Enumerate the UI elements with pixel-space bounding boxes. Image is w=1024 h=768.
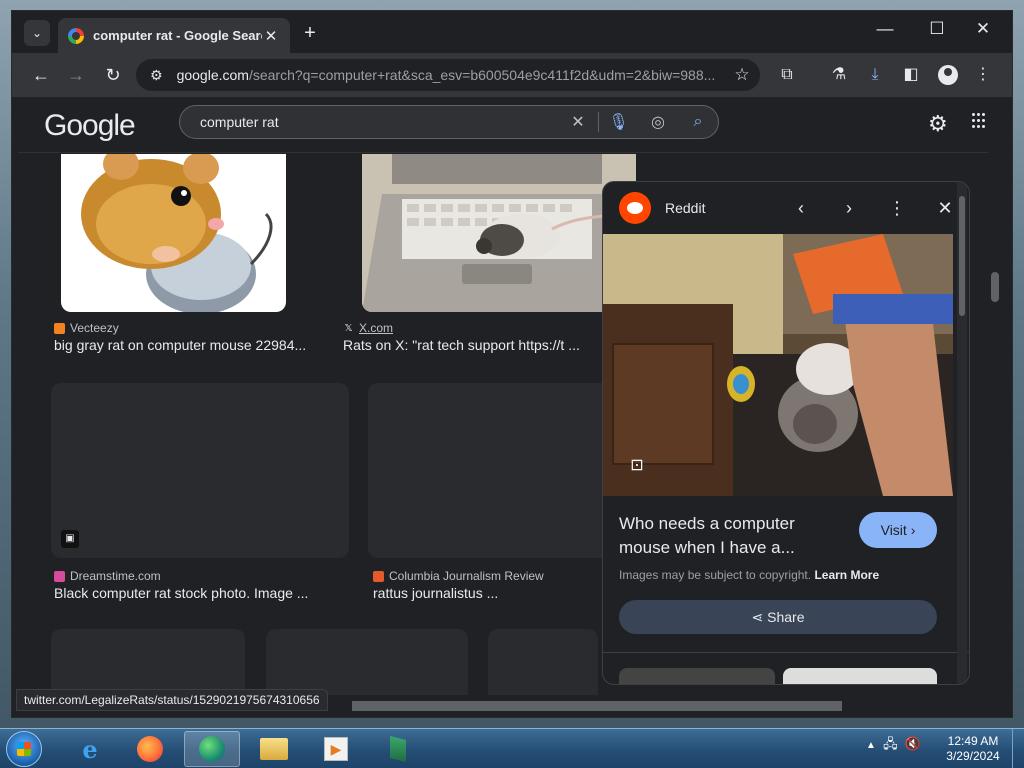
firefox-taskbar-icon[interactable]	[122, 731, 178, 767]
maximize-button[interactable]: ☐	[914, 19, 960, 39]
related-image-2[interactable]	[783, 668, 937, 684]
preview-image[interactable]: ⊡	[603, 234, 953, 496]
google-header: Google computer rat ✕ 🎙 ◎ ⌕ ⚙	[18, 97, 988, 153]
share-button[interactable]: ⋖ Share	[619, 600, 937, 634]
learn-more-link[interactable]: Learn More	[814, 568, 879, 582]
result-image-7[interactable]	[488, 629, 598, 695]
google-apps-icon[interactable]	[972, 113, 985, 129]
bookmark-star-icon[interactable]: ☆	[724, 65, 760, 85]
next-chevron-icon[interactable]: ›	[825, 198, 873, 219]
clock-date: 3/29/2024	[946, 749, 1000, 763]
volume-muted-icon[interactable]: 🔇	[905, 736, 921, 751]
status-bar-url: twitter.com/LegalizeRats/status/15290219…	[16, 689, 328, 711]
search-box[interactable]: computer rat ✕ 🎙 ◎ ⌕	[179, 105, 719, 139]
image-placeholder-icon: ▣	[61, 530, 79, 548]
browser-window: ⌄ computer rat - Google Search ✕ + — ☐ ✕…	[11, 10, 1013, 718]
google-favicon-icon	[68, 27, 84, 44]
app-taskbar-icon[interactable]	[370, 731, 426, 767]
download-icon[interactable]: ⤓	[864, 64, 886, 86]
system-tray: ▲ 🖧 🔇	[866, 735, 921, 757]
search-results-page: Google computer rat ✕ 🎙 ◎ ⌕ ⚙ Vecteezy b…	[18, 97, 988, 695]
media-player-taskbar-icon[interactable]: ▶	[308, 731, 364, 767]
result-image-1[interactable]	[61, 154, 286, 312]
settings-gear-icon[interactable]: ⚙	[928, 111, 948, 137]
result-source-3[interactable]: Dreamstime.com	[54, 569, 161, 583]
result-image-3[interactable]: ▣	[51, 383, 349, 558]
reload-icon[interactable]: ↻	[101, 63, 125, 87]
internet-explorer-taskbar-icon[interactable]: e	[62, 731, 118, 767]
copyright-notice: Images may be subject to copyright. Lear…	[619, 568, 880, 582]
tab-title: computer rat - Google Search	[93, 28, 262, 43]
site-info-icon[interactable]: ⚙	[150, 67, 163, 84]
result-source-1[interactable]: Vecteezy	[54, 321, 119, 335]
result-image-4[interactable]	[368, 383, 628, 558]
panel-site-name[interactable]: Reddit	[665, 200, 777, 216]
panel-divider	[603, 652, 969, 653]
result-title-4[interactable]: rattus journalistus ...	[373, 585, 498, 601]
browser-toolbar: ← → ↻ ⚙ google.com/search?q=computer+rat…	[12, 53, 1012, 97]
panel-scrollbar[interactable]	[957, 182, 967, 684]
clear-search-icon[interactable]: ✕	[558, 112, 598, 132]
page-vertical-scrollbar[interactable]	[988, 97, 1002, 695]
dreamstime-favicon-icon	[54, 570, 65, 582]
clock-time: 12:49 AM	[947, 734, 999, 748]
more-options-icon[interactable]: ⋮	[873, 198, 921, 219]
extensions-icon[interactable]: ⧉	[776, 64, 798, 86]
google-lens-icon[interactable]: ⊡	[623, 452, 651, 480]
share-icon: ⋖	[751, 608, 768, 625]
labs-flask-icon[interactable]: ⚗	[828, 64, 850, 86]
cjr-favicon-icon	[373, 570, 384, 582]
lens-search-icon[interactable]: ◎	[638, 112, 678, 132]
visit-button[interactable]: Visit ›	[859, 512, 937, 548]
tab-strip: ⌄ computer rat - Google Search ✕ + — ☐ ✕	[12, 11, 1012, 53]
search-icon[interactable]: ⌕	[678, 113, 718, 131]
panel-header: Reddit ‹ › ⋮ ✕	[603, 182, 969, 234]
google-logo[interactable]: Google	[44, 109, 136, 143]
result-image-5[interactable]	[51, 629, 245, 695]
tray-expand-icon[interactable]: ▲	[866, 740, 876, 751]
back-arrow-icon[interactable]: ←	[29, 63, 53, 87]
vecteezy-favicon-icon	[54, 322, 65, 334]
tab-active[interactable]: computer rat - Google Search ✕	[58, 18, 290, 53]
chrome-menu-icon[interactable]: ⋮	[972, 64, 994, 86]
network-icon[interactable]: 🖧	[883, 736, 898, 751]
result-source-4[interactable]: Columbia Journalism Review	[373, 569, 544, 583]
show-desktop-button[interactable]	[1012, 729, 1024, 768]
start-button[interactable]	[6, 731, 42, 767]
address-bar[interactable]: ⚙ google.com/search?q=computer+rat&sca_e…	[136, 59, 760, 91]
voice-search-icon[interactable]: 🎙	[598, 112, 638, 132]
result-source-2[interactable]: 𝕏 X.com	[343, 321, 393, 335]
new-tab-button[interactable]: +	[298, 22, 322, 45]
search-input[interactable]: computer rat	[200, 114, 558, 130]
result-image-2[interactable]	[362, 154, 636, 312]
forward-arrow-icon[interactable]: →	[64, 63, 88, 87]
side-panel-icon[interactable]: ◧	[900, 64, 922, 86]
taskbar: e ▶ ▲ 🖧 🔇 12:49 AM 3/29/2024	[0, 728, 1024, 768]
reddit-logo-icon	[619, 192, 651, 224]
edge-taskbar-icon[interactable]	[184, 731, 240, 767]
file-explorer-taskbar-icon[interactable]	[246, 731, 302, 767]
address-url[interactable]: google.com/search?q=computer+rat&sca_esv…	[177, 67, 724, 83]
minimize-button[interactable]: —	[862, 19, 908, 39]
x-favicon-icon: 𝕏	[343, 322, 354, 334]
result-title-2[interactable]: Rats on X: "rat tech support https://t .…	[343, 337, 580, 353]
panel-image-title[interactable]: Who needs a computer mouse when I have a…	[619, 512, 849, 560]
result-image-6[interactable]	[266, 629, 468, 695]
result-title-3[interactable]: Black computer rat stock photo. Image ..…	[54, 585, 308, 601]
close-tab-icon[interactable]: ✕	[262, 27, 280, 45]
related-image-1[interactable]	[619, 668, 775, 684]
close-window-button[interactable]: ✕	[960, 19, 1006, 39]
result-title-1[interactable]: big gray rat on computer mouse 22984...	[54, 337, 306, 353]
tab-search-button[interactable]: ⌄	[24, 20, 50, 46]
previous-chevron-icon[interactable]: ‹	[777, 198, 825, 219]
taskbar-clock[interactable]: 12:49 AM 3/29/2024	[940, 734, 1006, 764]
image-preview-panel: Reddit ‹ › ⋮ ✕ ⊡ Who needs a computer mo…	[602, 181, 970, 685]
profile-avatar-icon[interactable]	[938, 65, 958, 85]
